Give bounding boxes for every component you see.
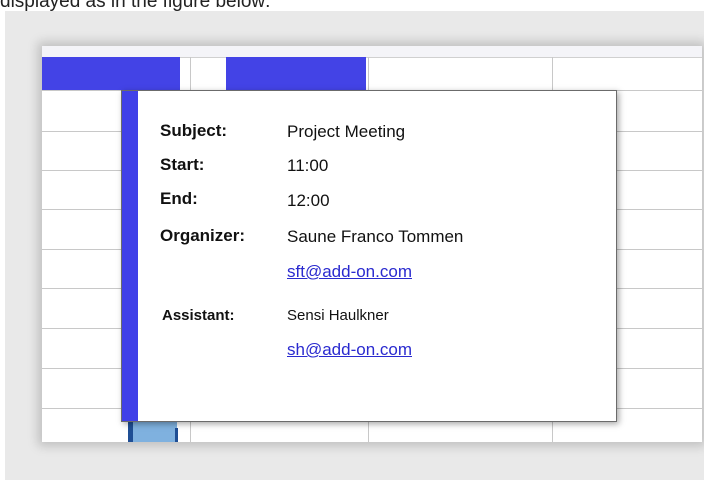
appointment-block[interactable] [42,57,180,90]
start-value: 11:00 [287,156,329,175]
end-label: End: [160,189,198,208]
end-value: 12:00 [287,191,330,210]
start-label: Start: [160,155,205,174]
assistant-label: Assistant: [162,307,235,324]
assistant-name: Sensi Haulkner [287,307,389,324]
subject-label: Subject: [160,121,228,140]
tooltip-accent-bar [122,91,138,421]
organizer-email-link[interactable]: sft@add-on.com [287,262,412,282]
selected-day-column-edge [175,428,178,442]
organizer-name: Saune Franco Tommen [287,227,464,246]
organizer-label: Organizer: [160,226,246,245]
appointment-block[interactable] [226,57,366,90]
subject-value: Project Meeting [287,122,406,141]
assistant-email-link[interactable]: sh@add-on.com [287,340,412,360]
appointment-tooltip: Subject: Project Meeting Start: 11:00 En… [121,90,617,422]
